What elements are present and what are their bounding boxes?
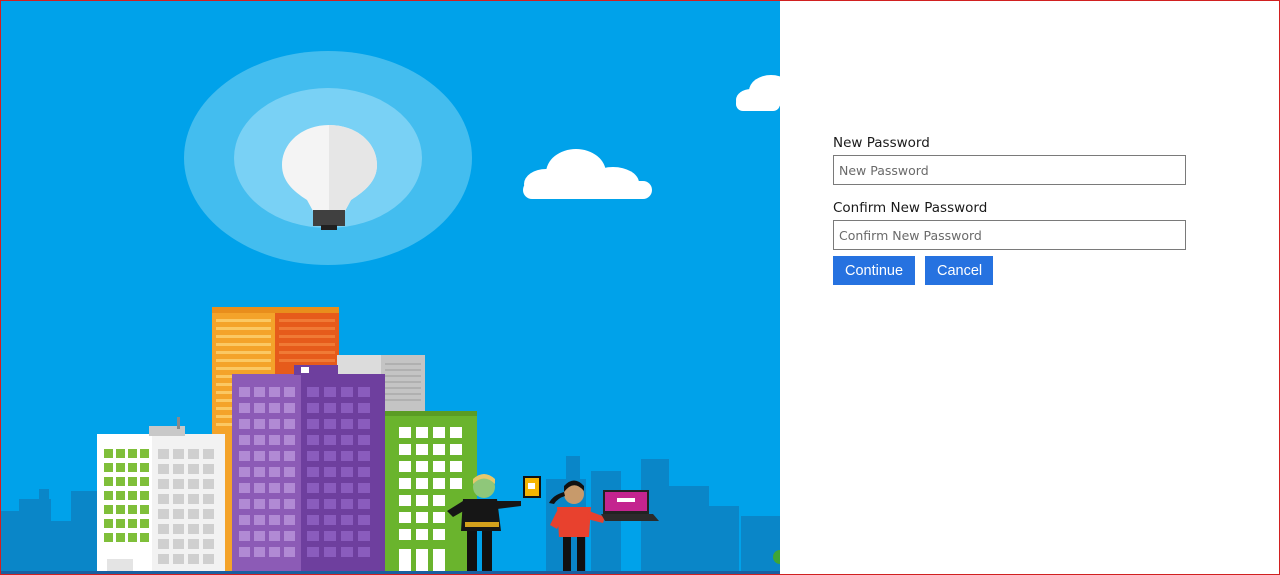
purple-building (232, 365, 385, 574)
cancel-button[interactable]: Cancel (925, 256, 993, 285)
new-password-label: New Password (833, 135, 930, 151)
field-spacer (833, 185, 1187, 200)
new-password-input[interactable] (833, 155, 1186, 185)
hero-illustration (1, 1, 780, 574)
continue-button[interactable]: Continue (833, 256, 915, 285)
lightbulb-icon (184, 51, 472, 265)
white-building (97, 417, 225, 574)
confirm-password-input[interactable] (833, 220, 1186, 250)
form-actions: Continue Cancel (833, 256, 1187, 285)
app-window: New Password Confirm New Password Contin… (0, 0, 1280, 575)
confirm-password-label: Confirm New Password (833, 200, 988, 216)
green-building (385, 411, 477, 574)
change-password-form: New Password Confirm New Password Contin… (833, 135, 1187, 285)
